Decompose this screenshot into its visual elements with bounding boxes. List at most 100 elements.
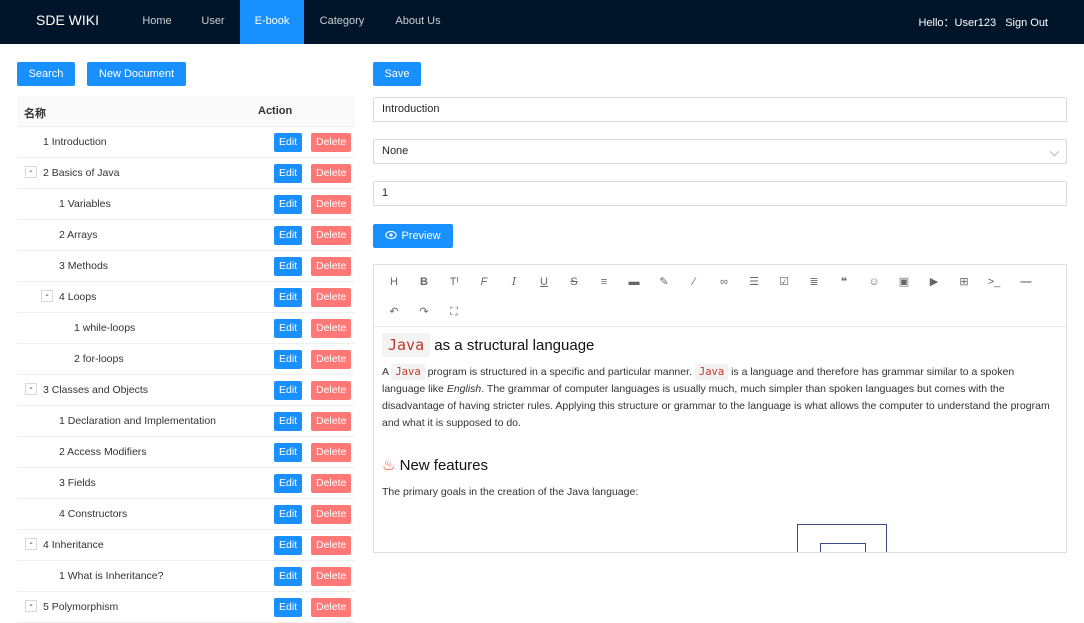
markdown-editor[interactable]: H B Tᴵ F I U S ≡ ▬ ✎ ⁄ ∞ ☰ ☑ ≣ ❝ ☺ ▣ ▶ ⊞… xyxy=(373,264,1067,553)
row-title: 2 Arrays xyxy=(59,229,98,241)
inline-code: Java xyxy=(391,364,425,380)
table-icon[interactable]: ⊞ xyxy=(955,273,973,291)
video-icon[interactable]: ▶ xyxy=(925,273,943,291)
heading-icon[interactable]: H xyxy=(385,273,403,291)
terminal-icon[interactable]: >_ xyxy=(985,273,1003,291)
row-title: 1 while-loops xyxy=(74,322,136,334)
edit-button[interactable]: Edit xyxy=(274,288,303,307)
text-height-icon[interactable]: Tᴵ xyxy=(445,273,463,291)
row-title: 2 for-loops xyxy=(74,353,124,365)
checkbox-icon[interactable]: ☑ xyxy=(775,273,793,291)
row-title: 5 Polymorphism xyxy=(43,601,119,613)
delete-button[interactable]: Delete xyxy=(311,381,352,400)
text-segment: program is structured in a specific and … xyxy=(427,366,692,378)
delete-button[interactable]: Delete xyxy=(311,195,352,214)
hr-icon[interactable]: — xyxy=(1017,273,1035,291)
table-row: 2 for-loops Edit Delete xyxy=(17,344,355,375)
edit-button[interactable]: Edit xyxy=(274,133,303,152)
collapse-toggle[interactable]: - xyxy=(25,538,37,550)
edit-button[interactable]: Edit xyxy=(274,164,303,183)
delete-button[interactable]: Delete xyxy=(311,257,352,276)
highlight-icon[interactable]: ✎ xyxy=(655,273,673,291)
nav-about-us[interactable]: About Us xyxy=(388,0,448,44)
collapse-toggle[interactable]: - xyxy=(25,600,37,612)
edit-button[interactable]: Edit xyxy=(274,412,303,431)
emoji-icon[interactable]: ☺ xyxy=(865,273,883,291)
brush-icon[interactable]: ⁄ xyxy=(685,273,703,291)
doc-name-input[interactable]: Introduction xyxy=(373,97,1067,122)
edit-button[interactable]: Edit xyxy=(274,567,303,586)
preview-button[interactable]: Preview xyxy=(373,224,453,248)
edit-button[interactable]: Edit xyxy=(274,505,303,524)
nav-ebook[interactable]: E-book xyxy=(240,0,304,44)
strikethrough-icon[interactable]: S xyxy=(565,273,583,291)
content-heading-2: ♨ New features xyxy=(382,456,1058,474)
fullscreen-icon[interactable]: ⛶ xyxy=(445,303,463,321)
eye-icon xyxy=(385,230,398,240)
delete-button[interactable]: Delete xyxy=(311,443,352,462)
quote-icon[interactable]: ❝ xyxy=(835,273,853,291)
delete-button[interactable]: Delete xyxy=(311,598,352,617)
nav-user[interactable]: User xyxy=(192,0,234,44)
delete-button[interactable]: Delete xyxy=(311,226,352,245)
content-paragraph-2: The primary goals in the creation of the… xyxy=(382,486,639,498)
delete-button[interactable]: Delete xyxy=(311,164,352,183)
inline-code: Java xyxy=(382,333,431,357)
table-row: 1 Introduction Edit Delete xyxy=(17,127,355,158)
edit-button[interactable]: Edit xyxy=(274,257,303,276)
bold-icon[interactable]: B xyxy=(415,273,433,291)
link-icon[interactable]: ∞ xyxy=(715,273,733,291)
delete-button[interactable]: Delete xyxy=(311,567,352,586)
delete-button[interactable]: Delete xyxy=(311,350,352,369)
delete-button[interactable]: Delete xyxy=(311,474,352,493)
save-button[interactable]: Save xyxy=(373,62,421,86)
sort-input[interactable]: 1 xyxy=(373,181,1067,206)
collapse-toggle[interactable]: - xyxy=(25,383,37,395)
table-row: -5 Polymorphism Edit Delete xyxy=(17,592,355,623)
nav-category[interactable]: Category xyxy=(312,0,372,44)
nav-home[interactable]: Home xyxy=(132,0,182,44)
new-document-button[interactable]: New Document xyxy=(87,62,186,86)
edit-button[interactable]: Edit xyxy=(274,474,303,493)
search-button[interactable]: Search xyxy=(17,62,75,86)
delete-button[interactable]: Delete xyxy=(311,288,352,307)
edit-button[interactable]: Edit xyxy=(274,598,303,617)
delete-button[interactable]: Delete xyxy=(311,505,352,524)
emphasis-text: English xyxy=(446,383,482,395)
delete-button[interactable]: Delete xyxy=(311,319,352,338)
table-row: 1 Variables Edit Delete xyxy=(17,189,355,220)
table-row: 3 Methods Edit Delete xyxy=(17,251,355,282)
collapse-toggle[interactable]: - xyxy=(25,166,37,178)
delete-button[interactable]: Delete xyxy=(311,536,352,555)
font-icon[interactable]: F xyxy=(475,273,493,291)
editor-content[interactable]: Java as a structural language A Java pro… xyxy=(374,328,1066,552)
italic-icon[interactable]: I xyxy=(505,273,523,291)
undo-icon[interactable]: ↶ xyxy=(385,303,403,321)
row-title: 3 Classes and Objects xyxy=(43,384,149,396)
delete-button[interactable]: Delete xyxy=(311,133,352,152)
table-row: 2 Arrays Edit Delete xyxy=(17,220,355,251)
edit-button[interactable]: Edit xyxy=(274,319,303,338)
edit-button[interactable]: Edit xyxy=(274,350,303,369)
edit-button[interactable]: Edit xyxy=(274,381,303,400)
image-icon[interactable]: ▣ xyxy=(895,273,913,291)
indent-icon[interactable]: ≡ xyxy=(595,273,613,291)
parent-select-value: None xyxy=(382,145,409,157)
redo-icon[interactable]: ↷ xyxy=(415,303,433,321)
edit-button[interactable]: Edit xyxy=(274,443,303,462)
edit-button[interactable]: Edit xyxy=(274,195,303,214)
row-title: 4 Loops xyxy=(59,291,97,303)
heading-text: as a structural language xyxy=(434,337,595,354)
edit-button[interactable]: Edit xyxy=(274,536,303,555)
chevron-down-icon xyxy=(1049,146,1060,157)
underline-icon[interactable]: U xyxy=(535,273,553,291)
list-icon[interactable]: ☰ xyxy=(745,273,763,291)
delete-button[interactable]: Delete xyxy=(311,412,352,431)
collapse-toggle[interactable]: - xyxy=(41,290,53,302)
align-left-icon[interactable]: ≣ xyxy=(805,273,823,291)
align-icon[interactable]: ▬ xyxy=(625,273,643,291)
logo[interactable]: SDE WIKI xyxy=(36,12,99,28)
sign-out-link[interactable]: Sign Out xyxy=(1005,17,1048,29)
parent-select[interactable]: None xyxy=(373,139,1067,164)
edit-button[interactable]: Edit xyxy=(274,226,303,245)
